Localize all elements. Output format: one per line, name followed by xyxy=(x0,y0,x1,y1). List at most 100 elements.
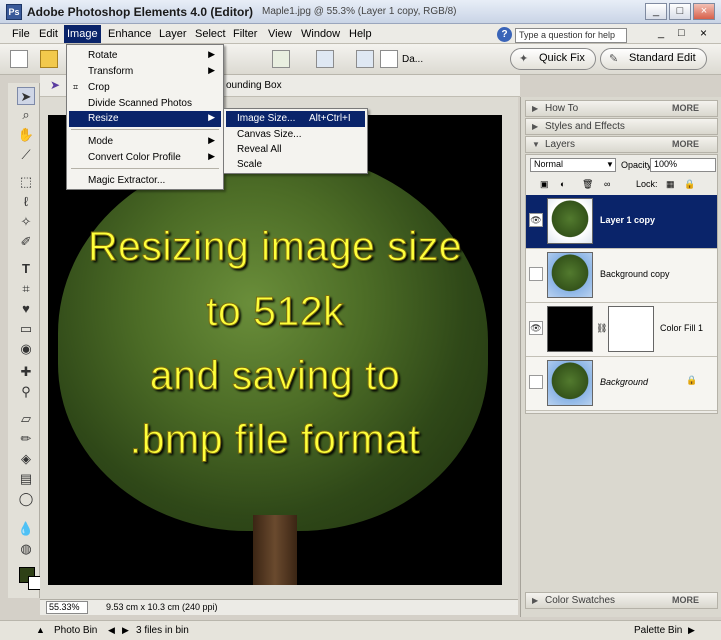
layer-row[interactable]: 👁 Layer 1 copy xyxy=(526,195,717,249)
straighten-tool-icon[interactable]: ▭ xyxy=(17,320,35,338)
opacity-field[interactable]: 100% xyxy=(650,158,716,172)
menu-help[interactable]: Help xyxy=(346,27,375,41)
layer-name: Color Fill 1 xyxy=(660,323,704,333)
doc-minimize-button[interactable]: _ xyxy=(658,27,664,39)
zoom-tool-icon[interactable]: ⌕ xyxy=(17,106,35,124)
menu-item-scale[interactable]: Scale xyxy=(226,157,365,173)
menu-item-image-size[interactable]: Image Size... Alt+Ctrl+I xyxy=(226,111,365,127)
menu-item-label: Rotate xyxy=(88,50,118,61)
date-view-label[interactable]: Da... xyxy=(402,54,423,65)
pencil-tool-icon[interactable]: ✏ xyxy=(17,430,35,448)
clone-stamp-tool-icon[interactable]: ⚲ xyxy=(17,383,35,401)
redo-icon[interactable] xyxy=(356,50,374,68)
date-view-icon[interactable] xyxy=(380,50,398,68)
undo-icon[interactable] xyxy=(316,50,334,68)
doc-restore-button[interactable]: □ xyxy=(678,27,685,39)
magic-wand-tool-icon[interactable]: ✧ xyxy=(17,213,35,231)
type-tool-icon[interactable]: T xyxy=(17,260,35,278)
zoom-level-field[interactable]: 55.33% xyxy=(46,601,88,614)
photo-bin-label[interactable]: Photo Bin xyxy=(54,625,97,636)
menu-item-transform[interactable]: Transform ▶ xyxy=(69,64,221,80)
menu-item-mode[interactable]: Mode ▶ xyxy=(69,134,221,150)
rotate-icon[interactable] xyxy=(272,50,290,68)
menu-item-label: Canvas Size... xyxy=(237,129,302,140)
sponge-tool-icon[interactable]: ◍ xyxy=(17,540,35,558)
overlay-text-line-2: to 512k xyxy=(206,288,345,335)
how-to-more-button[interactable]: MORE xyxy=(672,103,699,113)
color-swatches-more-button[interactable]: MORE xyxy=(672,595,699,605)
quick-fix-button[interactable]: ✦ Quick Fix xyxy=(510,48,596,70)
visibility-toggle[interactable] xyxy=(529,375,543,389)
menu-item-label: Resize xyxy=(88,113,119,124)
minimize-button[interactable]: _ xyxy=(645,3,667,20)
delete-layer-icon[interactable]: 🗑 xyxy=(582,179,593,190)
layers-palette-header[interactable]: ▼ Layers MORE xyxy=(525,136,718,153)
move-tool-icon[interactable]: ➤ xyxy=(17,87,35,105)
menu-window[interactable]: Window xyxy=(298,27,343,41)
shape-tool-icon[interactable]: ◯ xyxy=(17,490,35,508)
gradient-tool-icon[interactable]: ▤ xyxy=(17,470,35,488)
menu-file[interactable]: File xyxy=(9,27,33,41)
menu-edit[interactable]: Edit xyxy=(36,27,61,41)
blend-mode-select[interactable]: Normal xyxy=(530,158,616,172)
help-icon[interactable]: ? xyxy=(497,27,512,42)
healing-brush-tool-icon[interactable]: ✚ xyxy=(17,363,35,381)
bounding-box-label[interactable]: ounding Box xyxy=(226,80,282,91)
selection-brush-tool-icon[interactable]: ✐ xyxy=(17,233,35,251)
crop-tool-icon[interactable]: ⌗ xyxy=(17,280,35,298)
layer-row[interactable]: Background 🔒 xyxy=(526,357,717,411)
red-eye-tool-icon[interactable]: ◉ xyxy=(17,340,35,358)
menu-item-rotate[interactable]: Rotate ▶ xyxy=(69,48,221,64)
layer-row[interactable]: 👁 ⛓ Color Fill 1 xyxy=(526,303,717,357)
styles-palette-header[interactable]: ▶ Styles and Effects xyxy=(525,118,718,135)
menu-layer[interactable]: Layer xyxy=(156,27,190,41)
restore-button[interactable]: □ xyxy=(669,3,691,20)
bin-prev-icon[interactable]: ◀ xyxy=(108,625,115,636)
menu-view[interactable]: View xyxy=(265,27,295,41)
menu-item-resize[interactable]: Resize ▶ xyxy=(69,111,221,127)
new-layer-icon[interactable]: ▣ xyxy=(540,179,549,190)
open-folder-icon[interactable] xyxy=(40,50,58,68)
color-swatches-palette-header[interactable]: ▶ Color Swatches MORE xyxy=(525,592,718,609)
menu-item-canvas-size[interactable]: Canvas Size... xyxy=(226,127,365,143)
menu-enhance[interactable]: Enhance xyxy=(105,27,154,41)
visibility-eye-icon[interactable]: 👁 xyxy=(529,213,543,227)
menu-item-crop[interactable]: ⌗ Crop xyxy=(69,80,221,96)
how-to-palette-header[interactable]: ▶ How To MORE xyxy=(525,100,718,117)
layer-row[interactable]: Background copy xyxy=(526,249,717,303)
blur-tool-icon[interactable]: 💧 xyxy=(17,520,35,538)
doc-close-button[interactable]: × xyxy=(700,26,707,40)
lasso-tool-icon[interactable]: ℓ xyxy=(17,193,35,211)
link-layer-icon[interactable]: ∞ xyxy=(604,179,610,189)
lock-all-icon[interactable]: 🔒 xyxy=(684,179,695,190)
lock-transparency-icon[interactable]: ▦ xyxy=(666,179,675,190)
hand-tool-icon[interactable]: ✋ xyxy=(17,126,35,144)
layers-more-button[interactable]: MORE xyxy=(672,139,699,149)
eraser-tool-icon[interactable]: ▱ xyxy=(17,410,35,428)
menu-filter[interactable]: Filter xyxy=(230,27,260,41)
blend-dropdown-icon[interactable]: ▼ xyxy=(606,160,614,169)
cookie-cutter-tool-icon[interactable]: ♥ xyxy=(17,300,35,318)
menu-image[interactable]: Image xyxy=(64,25,101,43)
menu-item-convert-color-profile[interactable]: Convert Color Profile ▶ xyxy=(69,150,221,166)
visibility-eye-icon[interactable]: 👁 xyxy=(529,321,543,335)
visibility-toggle[interactable] xyxy=(529,267,543,281)
bin-next-icon[interactable]: ▶ xyxy=(122,625,129,636)
paint-bucket-tool-icon[interactable]: ◈ xyxy=(17,450,35,468)
eyedropper-tool-icon[interactable]: ⟋ xyxy=(17,146,35,164)
palette-bin-toggle-icon[interactable]: ▶ xyxy=(688,625,695,636)
close-button[interactable]: × xyxy=(693,3,715,20)
photo-bin-toggle-icon[interactable]: ▲ xyxy=(36,625,45,635)
menu-item-reveal-all[interactable]: Reveal All xyxy=(226,142,365,158)
marquee-tool-icon[interactable]: ⬚ xyxy=(17,173,35,191)
document-title: Maple1.jpg @ 55.3% (Layer 1 copy, RGB/8) xyxy=(262,6,457,17)
menu-select[interactable]: Select xyxy=(192,27,229,41)
menu-item-magic-extractor[interactable]: Magic Extractor... xyxy=(69,173,221,189)
menu-item-divide-scanned-photos[interactable]: Divide Scanned Photos xyxy=(69,96,221,112)
help-search-input[interactable]: Type a question for help xyxy=(515,28,627,43)
adjustment-layer-icon[interactable]: ◐ xyxy=(560,179,565,189)
submenu-arrow-icon: ▶ xyxy=(208,49,215,59)
palette-bin-label[interactable]: Palette Bin xyxy=(634,625,682,636)
new-file-icon[interactable] xyxy=(10,50,28,68)
standard-edit-button[interactable]: ✎ Standard Edit xyxy=(600,48,707,70)
